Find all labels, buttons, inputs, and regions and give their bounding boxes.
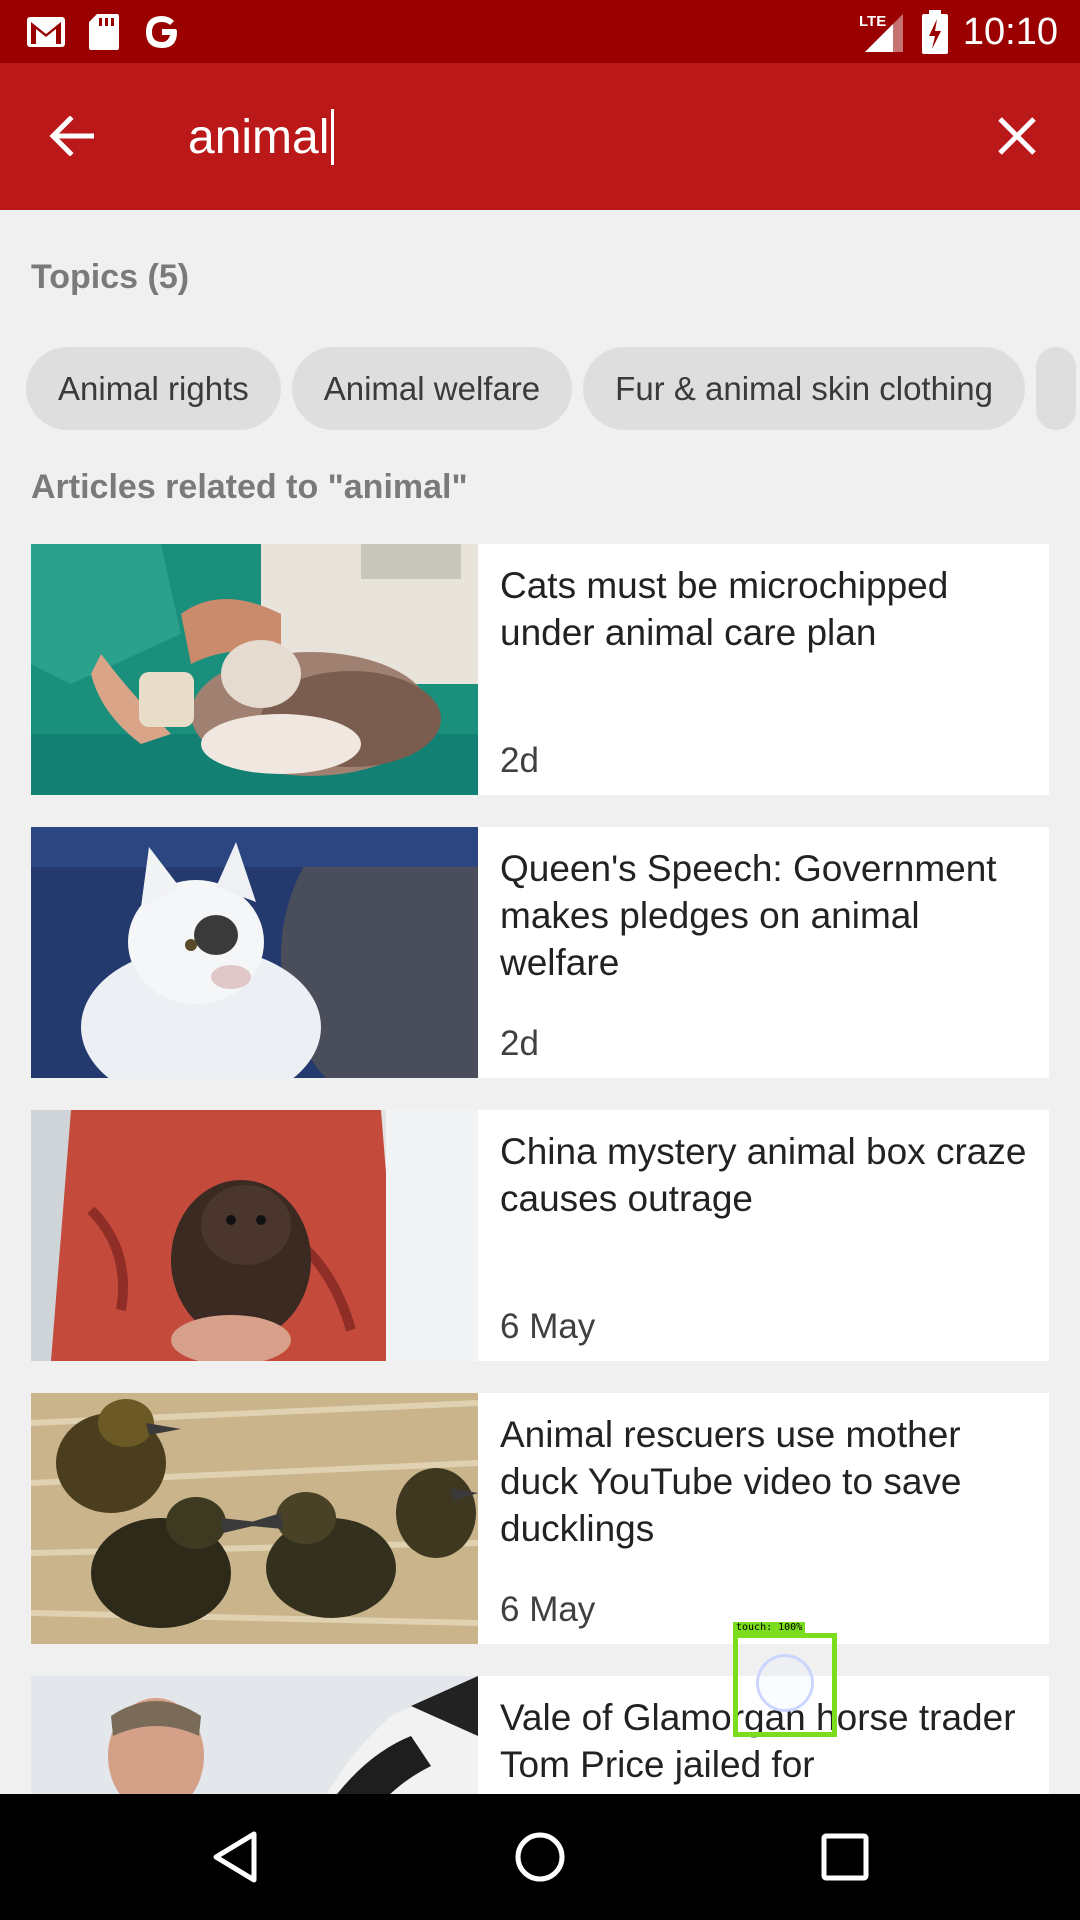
triangle-back-icon — [213, 1831, 257, 1883]
article-title: Cats must be microchipped under animal c… — [500, 565, 949, 653]
circle-home-icon — [515, 1832, 565, 1882]
article-thumbnail — [31, 1393, 478, 1644]
nav-back-button[interactable] — [200, 1822, 270, 1892]
battery-charging-icon — [921, 10, 948, 54]
back-button[interactable] — [36, 101, 106, 171]
nav-home-button[interactable] — [505, 1822, 575, 1892]
topics-header: Topics (5) — [31, 258, 190, 296]
search-results[interactable]: Topics (5) Animal rights Animal welfare … — [0, 210, 1080, 1794]
sd-card-icon — [89, 14, 119, 50]
topic-chip[interactable]: Animal rights — [26, 347, 281, 430]
touch-indicator-label: touch: 100% — [733, 1622, 806, 1633]
text-cursor — [331, 109, 335, 165]
notification-icons — [26, 11, 182, 53]
topic-chip[interactable]: Fur & animal skin clothing — [583, 347, 1025, 430]
status-bar: LTE 10:10 — [0, 0, 1080, 63]
clear-search-button[interactable] — [982, 101, 1052, 171]
article-title: China mystery animal box craze causes ou… — [500, 1131, 1027, 1219]
article-card[interactable]: Animal rescuers use mother duck YouTube … — [31, 1393, 1049, 1644]
article-thumbnail — [31, 544, 478, 795]
gmail-icon — [27, 17, 65, 47]
signal-icon: LTE — [859, 13, 903, 52]
search-input[interactable]: animal — [188, 99, 928, 175]
article-thumbnail — [31, 1676, 478, 1794]
article-card[interactable]: China mystery animal box craze causes ou… — [31, 1110, 1049, 1361]
square-recents-icon — [821, 1833, 869, 1881]
article-date: 2d — [500, 741, 539, 780]
article-date: 2d — [500, 1024, 539, 1063]
topic-chip[interactable]: Animal welfare — [291, 347, 573, 430]
articles-header: Articles related to "animal" — [31, 468, 468, 506]
google-icon — [146, 16, 177, 48]
article-date: 6 May — [500, 1307, 596, 1346]
topic-chips: Animal rights Animal welfare Fur & anima… — [26, 347, 1076, 430]
article-date: 6 May — [500, 1590, 596, 1629]
arrow-left-icon — [49, 116, 94, 156]
nav-recents-button[interactable] — [810, 1822, 880, 1892]
topic-chip-partial[interactable] — [1035, 347, 1076, 430]
article-thumbnail — [31, 1110, 478, 1361]
article-title: Queen's Speech: Government makes pledges… — [500, 848, 997, 983]
search-bar: animal — [0, 63, 1080, 210]
system-icons: LTE 10:10 — [857, 8, 1058, 56]
clock: 10:10 — [962, 10, 1058, 53]
article-title: Animal rescuers use mother duck YouTube … — [500, 1414, 962, 1549]
article-thumbnail — [31, 827, 478, 1078]
touch-point — [756, 1654, 814, 1712]
article-card[interactable]: Queen's Speech: Government makes pledges… — [31, 827, 1049, 1078]
network-type-label: LTE — [859, 13, 886, 30]
close-icon — [998, 117, 1036, 155]
article-card[interactable]: Vale of Glamorgan horse trader Tom Price… — [31, 1676, 1049, 1794]
navigation-bar — [0, 1794, 1080, 1920]
article-card[interactable]: Cats must be microchipped under animal c… — [31, 544, 1049, 795]
search-query: animal — [188, 110, 330, 164]
